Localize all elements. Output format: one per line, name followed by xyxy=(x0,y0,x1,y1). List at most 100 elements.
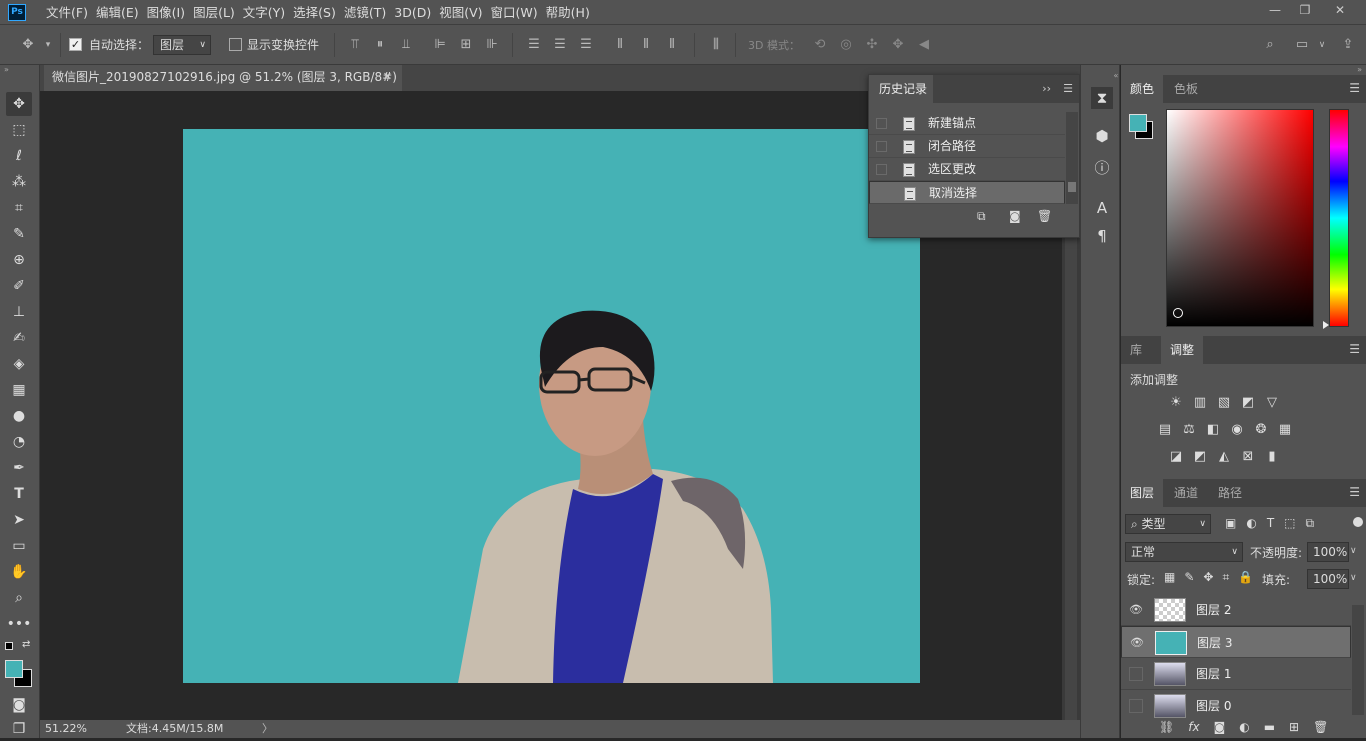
panel-menu-icon[interactable]: ☰ xyxy=(1063,82,1073,95)
filter-toggle[interactable] xyxy=(1353,517,1363,527)
menu-view[interactable]: 视图(V) xyxy=(439,0,490,25)
history-scrollbar[interactable] xyxy=(1066,112,1078,204)
history-panel-icon[interactable]: ⧗ xyxy=(1091,87,1113,109)
distribute-top-icon[interactable]: ☰ xyxy=(524,35,544,55)
tab-layers[interactable]: 图层 xyxy=(1121,479,1164,507)
screen-mode-icon[interactable]: ❐ xyxy=(6,717,32,741)
search-icon[interactable]: ⌕ xyxy=(1260,35,1280,55)
visibility-eye-icon[interactable]: 👁 xyxy=(1130,636,1144,650)
crop-tool-icon[interactable]: ⌗ xyxy=(6,196,32,220)
character-panel-icon[interactable]: A xyxy=(1091,197,1113,219)
trash-icon[interactable]: 🗑 xyxy=(1313,717,1328,738)
photo-filter-icon[interactable]: ◉ xyxy=(1228,421,1246,439)
history-item[interactable]: 取消选择 xyxy=(869,181,1065,204)
3d-slide-icon[interactable]: ✥ xyxy=(888,35,908,55)
chevron-down-icon[interactable]: ▾ xyxy=(38,35,58,55)
move-tool-preset-icon[interactable]: ✥ xyxy=(18,35,38,55)
lock-pixels-icon[interactable]: ✎ xyxy=(1184,570,1194,585)
distribute-left-icon[interactable]: ⫴ xyxy=(610,35,630,55)
blur-tool-icon[interactable]: ● xyxy=(6,404,32,428)
blend-mode-dropdown[interactable]: 正常 ∨ xyxy=(1125,542,1243,562)
history-brush-tool-icon[interactable]: ✍ xyxy=(6,326,32,350)
zoom-level[interactable]: 51.22% xyxy=(45,720,87,738)
more-tools-icon[interactable]: ••• xyxy=(6,612,32,636)
3d-roll-icon[interactable]: ◎ xyxy=(836,35,856,55)
3d-orbit-icon[interactable]: ⟲ xyxy=(810,35,830,55)
history-snapshot-checkbox[interactable] xyxy=(876,141,887,152)
filter-adjustment-icon[interactable]: ◐ xyxy=(1246,516,1256,531)
opacity-field[interactable]: 100% xyxy=(1307,542,1349,562)
distribute-right-icon[interactable]: ⫴ xyxy=(662,35,682,55)
layers-scrollbar[interactable] xyxy=(1352,605,1364,715)
auto-select-checkbox[interactable] xyxy=(69,38,82,51)
3d-camera-icon[interactable]: ◀ xyxy=(914,35,934,55)
camera-icon[interactable]: ◙ xyxy=(1009,209,1021,223)
panel-menu-icon[interactable]: ☰ xyxy=(1349,81,1360,95)
new-group-icon[interactable]: ▬ xyxy=(1264,717,1275,738)
layer-row[interactable]: 图层 1 xyxy=(1121,658,1351,690)
restore-icon[interactable]: ❐ xyxy=(1290,0,1320,22)
tab-adjustments[interactable]: 调整 xyxy=(1161,336,1204,364)
share-icon[interactable]: ⇪ xyxy=(1338,35,1358,55)
black-white-icon[interactable]: ◧ xyxy=(1204,421,1222,439)
tab-swatches[interactable]: 色板 xyxy=(1165,75,1207,103)
hue-saturation-icon[interactable]: ▤ xyxy=(1156,421,1174,439)
minimize-icon[interactable]: — xyxy=(1260,0,1290,22)
tab-color[interactable]: 颜色 xyxy=(1121,75,1164,103)
eyedropper-tool-icon[interactable]: ✎ xyxy=(6,222,32,246)
chevron-down-icon[interactable]: ∨ xyxy=(1350,573,1357,583)
menu-select[interactable]: 选择(S) xyxy=(293,0,344,25)
layer-row[interactable]: 图层 0 xyxy=(1121,690,1351,720)
exposure-icon[interactable]: ◩ xyxy=(1239,394,1257,412)
channel-mixer-icon[interactable]: ❂ xyxy=(1252,421,1270,439)
curves-icon[interactable]: ▧ xyxy=(1215,394,1233,412)
paragraph-panel-icon[interactable]: ¶ xyxy=(1091,225,1113,247)
gradient-tool-icon[interactable]: ▦ xyxy=(6,378,32,402)
lock-all-icon[interactable]: 🔒 xyxy=(1238,570,1253,585)
gradient-map-icon[interactable]: ▮ xyxy=(1263,448,1281,466)
menu-file[interactable]: 文件(F) xyxy=(46,0,96,25)
brush-tool-icon[interactable]: ✐ xyxy=(6,274,32,298)
history-snapshot-checkbox[interactable] xyxy=(877,188,888,199)
close-window-icon[interactable]: ✕ xyxy=(1325,0,1355,22)
visibility-toggle[interactable] xyxy=(1129,699,1143,713)
close-tab-icon[interactable]: ✕ xyxy=(383,65,392,89)
collapse-toolbar-icon[interactable]: » xyxy=(4,65,9,74)
trash-icon[interactable]: 🗑 xyxy=(1037,209,1052,223)
fx-icon[interactable]: fx xyxy=(1188,717,1199,738)
levels-icon[interactable]: ▥ xyxy=(1191,394,1209,412)
add-mask-icon[interactable]: ◙ xyxy=(1214,717,1226,738)
auto-select-target-dropdown[interactable]: 图层 ∨ xyxy=(153,35,211,55)
filter-smart-object-icon[interactable]: ⧉ xyxy=(1306,516,1315,531)
foreground-color-swatch[interactable] xyxy=(1129,114,1147,132)
align-hcenter-icon[interactable]: ⊞ xyxy=(456,35,476,55)
magic-wand-tool-icon[interactable]: ⁂ xyxy=(6,170,32,194)
workspace-icon[interactable]: ▭ xyxy=(1292,35,1312,55)
lock-artboard-icon[interactable]: ⌗ xyxy=(1222,570,1229,585)
invert-icon[interactable]: ◪ xyxy=(1167,448,1185,466)
layer-row[interactable]: 👁 图层 2 xyxy=(1121,594,1351,626)
lock-position-icon[interactable]: ✥ xyxy=(1203,570,1213,585)
quick-mask-icon[interactable]: ◙ xyxy=(6,693,32,717)
visibility-eye-icon[interactable]: 👁 xyxy=(1129,603,1143,617)
color-balance-icon[interactable]: ⚖ xyxy=(1180,421,1198,439)
menu-3d[interactable]: 3D(D) xyxy=(394,0,439,25)
menu-edit[interactable]: 编辑(E) xyxy=(96,0,147,25)
history-item[interactable]: 选区更改 xyxy=(869,158,1065,181)
type-tool-icon[interactable]: T xyxy=(6,482,32,506)
chevron-down-icon[interactable]: ∨ xyxy=(1350,546,1357,556)
hue-slider-handle[interactable] xyxy=(1323,321,1329,329)
align-bottom-icon[interactable]: ⫫ xyxy=(396,35,416,55)
path-selection-tool-icon[interactable]: ➤ xyxy=(6,508,32,532)
color-lookup-icon[interactable]: ▦ xyxy=(1276,421,1294,439)
fill-field[interactable]: 100% xyxy=(1307,569,1349,589)
layer-filter-dropdown[interactable]: ⌕ 类型 ∨ xyxy=(1125,514,1211,534)
document-tab[interactable]: 微信图片_20190827102916.jpg @ 51.2% (图层 3, R… xyxy=(44,65,402,108)
selective-color-icon[interactable]: ⊠ xyxy=(1239,448,1257,466)
document-canvas[interactable] xyxy=(183,129,920,683)
panel-menu-icon[interactable]: ☰ xyxy=(1349,342,1360,356)
menu-window[interactable]: 窗口(W) xyxy=(491,0,546,25)
history-item[interactable]: 闭合路径 xyxy=(869,135,1065,158)
color-picker-cursor[interactable] xyxy=(1173,308,1183,318)
align-top-icon[interactable]: ⫪ xyxy=(345,35,365,55)
